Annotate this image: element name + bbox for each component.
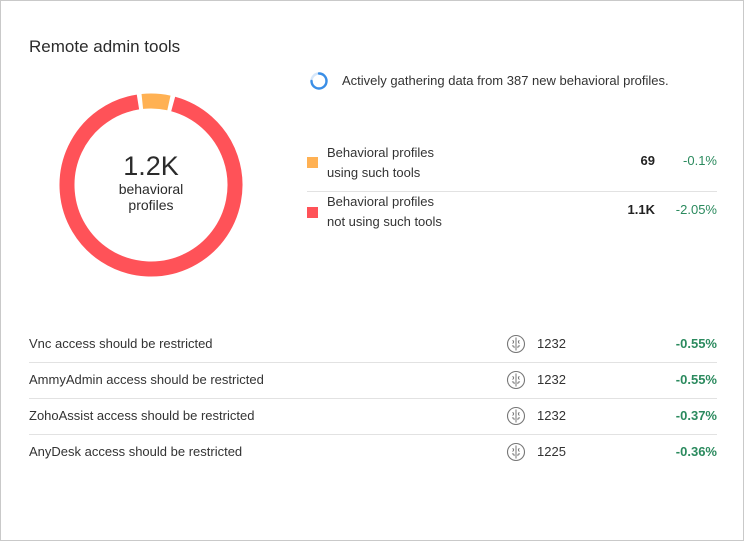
legend-label-not-using-line1: Behavioral profiles (327, 194, 434, 209)
rule-delta: -0.55% (675, 372, 717, 387)
donut-center-label-line1: behavioral (118, 181, 184, 197)
legend-row-not-using: Behavioral profiles not using such tools… (307, 192, 717, 240)
rule-delta: -0.36% (675, 444, 717, 459)
legend-swatch-not-using (307, 207, 318, 218)
rule-label: Vnc access should be restricted (29, 336, 213, 351)
rule-count: 1232 (537, 408, 566, 423)
remote-admin-tools-card: Remote admin tools 1.2K behavioral profi… (0, 0, 744, 541)
loading-spinner-icon (310, 72, 328, 90)
legend-delta-not-using: -2.05% (675, 202, 717, 217)
donut-center-label-line2: profiles (128, 197, 174, 213)
rule-delta: -0.37% (675, 408, 717, 423)
rule-row[interactable]: Vnc access should be restricted 1232 -0.… (29, 327, 717, 363)
rule-count: 1232 (537, 372, 566, 387)
legend-row-using: Behavioral profiles using such tools 69 … (307, 143, 717, 192)
legend-label-using-line1: Behavioral profiles (327, 145, 434, 160)
legend-count-not-using: 1.1K (627, 202, 655, 217)
rule-label: ZohoAssist access should be restricted (29, 408, 255, 423)
donut-center: 1.2K behavioral profiles (58, 92, 244, 278)
legend-label-not-using-line2: not using such tools (327, 214, 442, 229)
widget-title: Remote admin tools (29, 37, 181, 56)
rules-list: Vnc access should be restricted 1232 -0.… (29, 327, 717, 470)
legend-delta-using: -0.1% (683, 153, 717, 168)
rule-label: AnyDesk access should be restricted (29, 444, 243, 459)
legend-count-using: 69 (640, 153, 655, 168)
rule-row[interactable]: AmmyAdmin access should be restricted 12… (29, 363, 717, 399)
donut-chart: 1.2K behavioral profiles (58, 92, 244, 278)
rule-delta: -0.55% (675, 336, 717, 351)
brain-icon (506, 442, 526, 462)
rule-count: 1225 (537, 444, 566, 459)
rule-count: 1232 (537, 336, 566, 351)
brain-icon (506, 406, 526, 426)
legend-label-using: Behavioral profiles using such tools (327, 143, 527, 183)
rule-label: AmmyAdmin access should be restricted (29, 372, 264, 387)
brain-icon (506, 370, 526, 390)
legend-swatch-using (307, 157, 318, 168)
legend-label-not-using: Behavioral profiles not using such tools (327, 192, 527, 232)
legend-label-using-line2: using such tools (327, 165, 421, 180)
rule-row[interactable]: ZohoAssist access should be restricted 1… (29, 399, 717, 435)
donut-center-value: 1.2K (123, 151, 179, 181)
gathering-status-text: Actively gathering data from 387 new beh… (342, 73, 669, 88)
brain-icon (506, 334, 526, 354)
rule-row[interactable]: AnyDesk access should be restricted 1225… (29, 435, 717, 470)
